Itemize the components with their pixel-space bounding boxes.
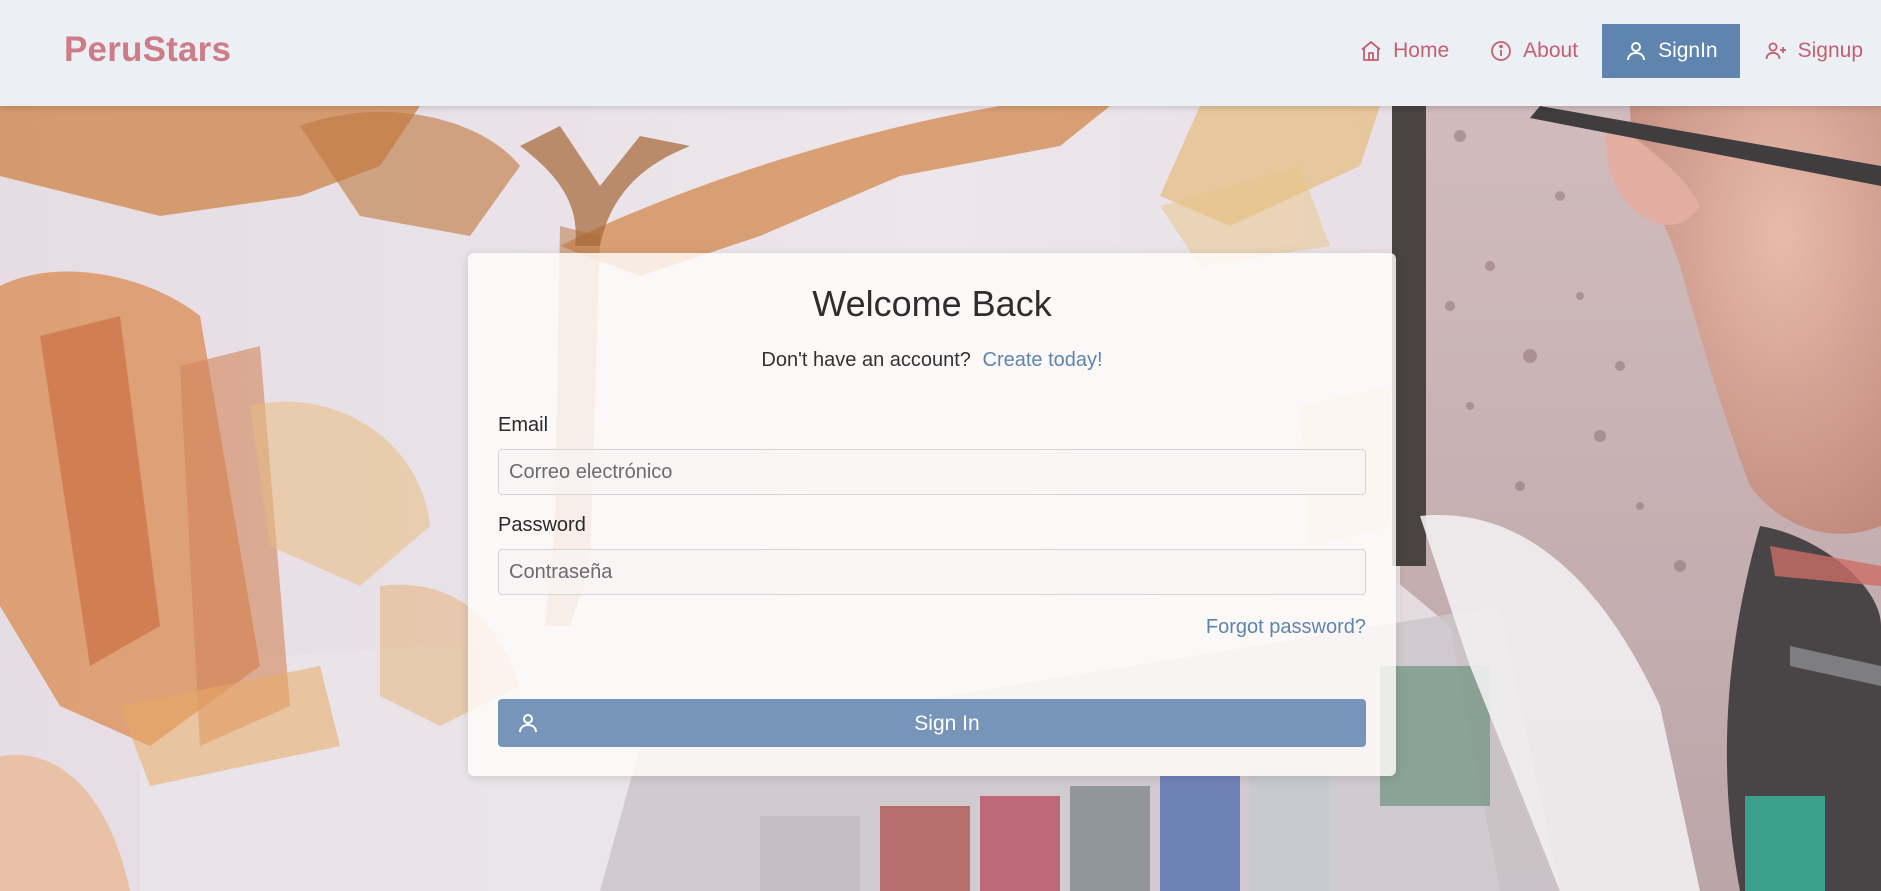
info-icon xyxy=(1491,41,1512,61)
email-field[interactable] xyxy=(498,449,1366,495)
top-navbar: PeruStars Home About SignIn Signup xyxy=(0,0,1881,106)
nav-item-signup[interactable]: Signup xyxy=(1744,24,1881,78)
nav-item-about[interactable]: About xyxy=(1469,24,1598,78)
sign-in-button-label: Sign In xyxy=(914,712,980,735)
nav-item-home[interactable]: Home xyxy=(1339,24,1469,78)
nav-item-label: Signup xyxy=(1797,39,1863,62)
home-icon xyxy=(1361,41,1381,61)
main-nav: Home About SignIn Signup xyxy=(1339,24,1881,78)
nav-item-signin[interactable]: SignIn xyxy=(1602,24,1740,78)
nav-item-label: Home xyxy=(1393,39,1450,62)
nav-item-label: About xyxy=(1523,39,1579,62)
forgot-password-link[interactable]: Forgot password? xyxy=(1206,616,1366,639)
brand-logo[interactable]: PeruStars xyxy=(64,30,231,70)
sign-in-button[interactable]: Sign In xyxy=(498,699,1366,747)
password-label: Password xyxy=(498,514,586,536)
create-account-link[interactable]: Create today! xyxy=(983,349,1103,371)
email-label: Email xyxy=(498,414,549,436)
password-field[interactable] xyxy=(498,549,1366,595)
signup-prompt-text: Don't have an account? xyxy=(761,349,971,371)
signup-prompt: Don't have an account? Create today! xyxy=(468,349,1396,372)
user-icon xyxy=(1627,42,1646,61)
user-plus-icon xyxy=(1765,42,1786,60)
login-card: Welcome Back Don't have an account? Crea… xyxy=(468,253,1396,776)
page-title: Welcome Back xyxy=(812,283,1052,324)
nav-item-label: SignIn xyxy=(1658,39,1718,62)
